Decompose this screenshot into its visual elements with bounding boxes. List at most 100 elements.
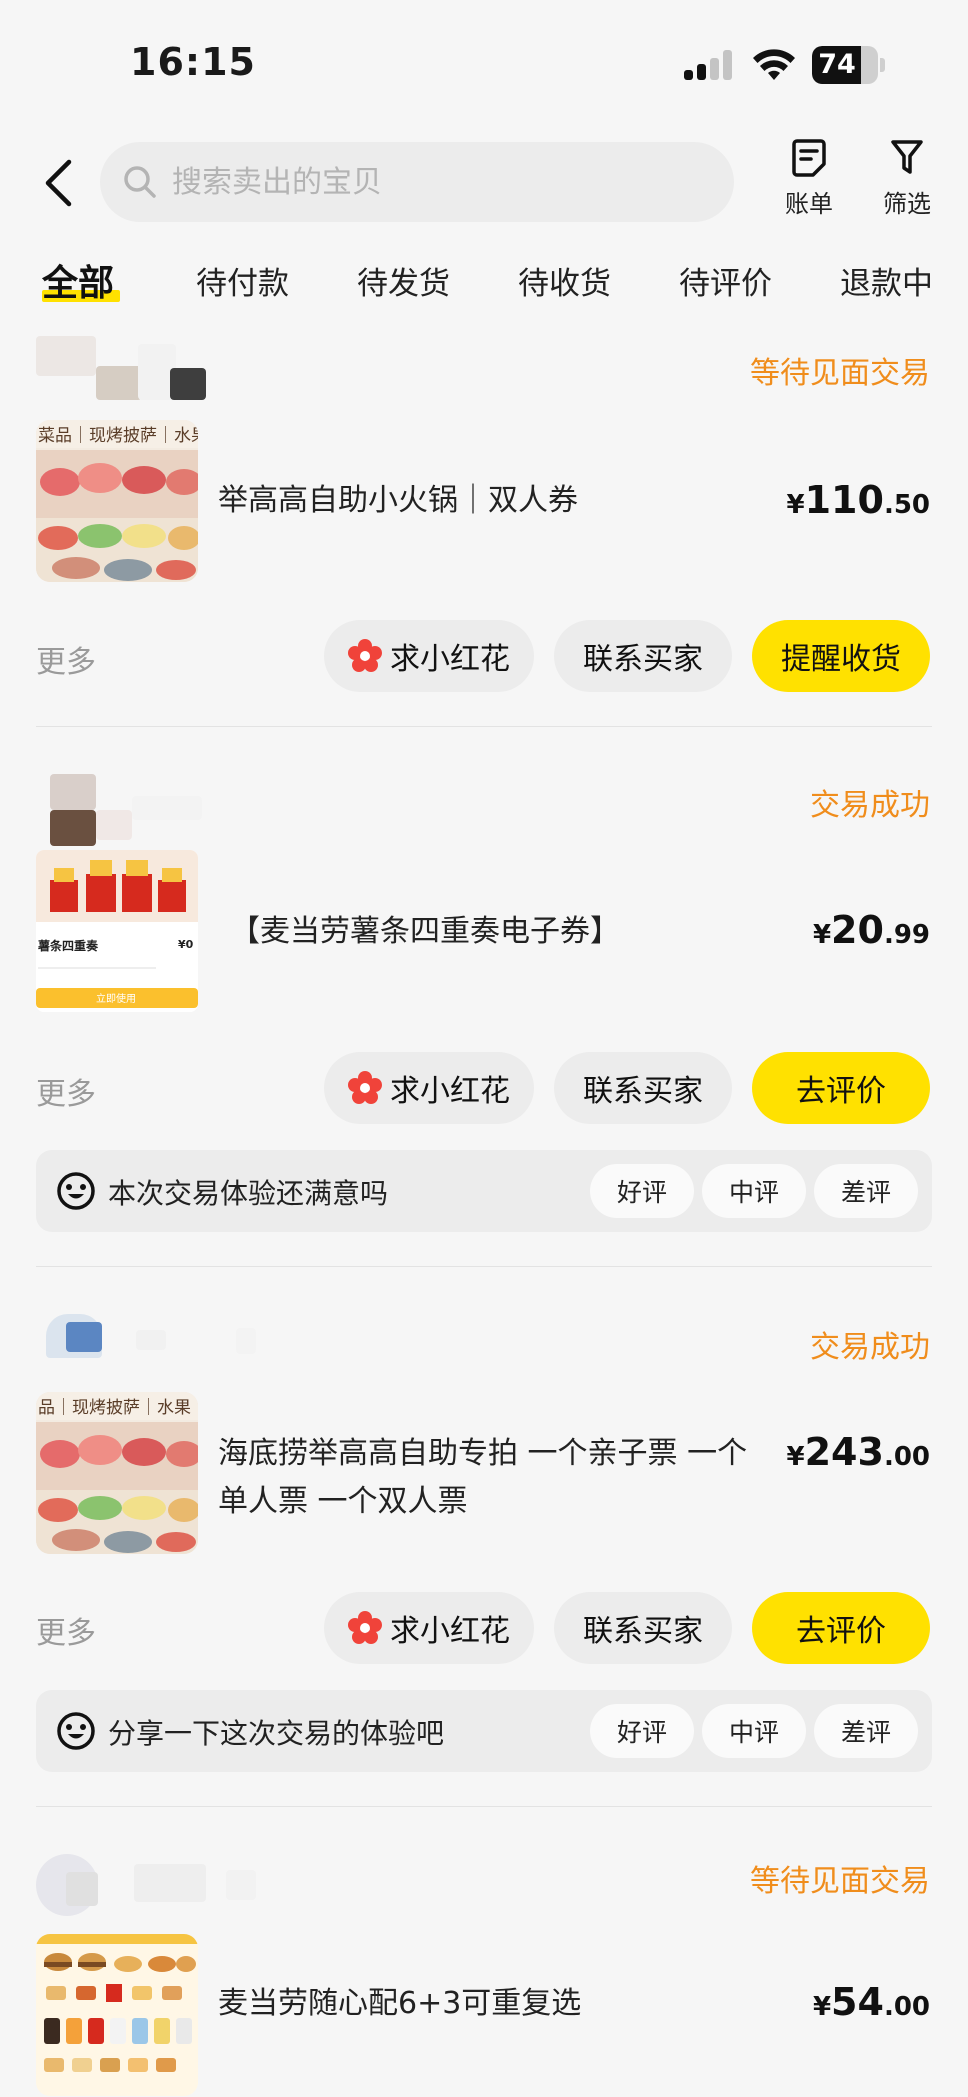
product-price: ¥20.99 [813,908,930,952]
seller-avatar-blurred[interactable] [36,774,256,846]
status-bar: 16:15 74 [0,0,968,130]
product-title-line-2: 单人票 一个双人票 [218,1484,468,1519]
search-bar[interactable] [100,142,734,222]
product-thumbnail[interactable]: 菜品｜现烤披萨｜水果 [36,420,198,582]
back-button[interactable] [36,150,80,216]
tab-pending-shipment[interactable]: 待发货 [357,258,450,303]
thumbnail-coupon-action: 立即使用 [96,992,136,1005]
thumbnail-coupon-name: 薯条四重奏 [37,938,99,953]
more-button[interactable]: 更多 [36,637,96,681]
product-price: ¥110.50 [787,478,930,522]
flower-icon [348,1071,382,1104]
review-good-button[interactable]: 好评 [590,1164,694,1218]
hotpot-buffet-image: 品｜现烤披萨｜水果 [36,1392,198,1554]
order-status: 交易成功 [810,1330,930,1365]
review-good-button[interactable]: 好评 [590,1704,694,1758]
product-thumbnail[interactable] [36,1934,198,2096]
product-title[interactable]: 海底捞举高高自助专拍 一个亲子票 一个 单人票 一个双人票 [218,1430,788,1526]
review-prompt-text: 分享一下这次交易的体验吧 [108,1717,445,1750]
bill-icon [792,139,826,177]
filter-button[interactable]: 筛选 [872,138,942,230]
price-integer: 110 [804,478,884,522]
contact-buyer-button[interactable]: 联系买家 [554,1592,732,1664]
price-decimal: .99 [883,920,930,950]
wifi-icon [753,49,795,80]
order-card: 交易成功 品｜现烤披萨｜水果 海底捞举高高自助专拍 一个亲子票 一个 单人票 一… [0,1276,968,1807]
price-integer: 243 [804,1430,884,1474]
tab-all[interactable]: 全部 [42,254,114,306]
review-neutral-button[interactable]: 中评 [702,1164,806,1218]
price-decimal: .00 [883,1442,930,1472]
price-integer: 54 [831,1980,884,2024]
order-status: 交易成功 [810,788,930,823]
request-flower-label: 求小红花 [390,642,510,677]
filter-icon [891,140,923,174]
write-review-button[interactable]: 去评价 [752,1052,930,1124]
remind-receipt-button[interactable]: 提醒收货 [752,620,930,692]
hotpot-buffet-image: 菜品｜现烤披萨｜水果 [36,420,198,582]
happy-face-icon [57,1712,95,1750]
happy-face-icon [57,1172,95,1210]
order-status-tabs: 全部 待付款 待发货 待收货 待评价 退款中 [0,248,968,312]
chevron-left-icon [45,159,72,207]
order-card: 等待见面交易 麦当劳随心配6+3可重复选 ¥54.00 [0,1814,968,2097]
thumbnail-banner-text: 菜品｜现烤披萨｜水果 [38,426,198,446]
bill-button[interactable]: 账单 [774,138,844,230]
price-currency: ¥ [786,490,805,520]
thumbnail-banner-text: 品｜现烤披萨｜水果 [38,1398,191,1418]
thumbnail-coupon-price: ¥0 [178,938,194,951]
request-flower-label: 求小红花 [390,1074,510,1109]
filter-label: 筛选 [883,190,931,218]
cellular-signal-icon [684,50,736,80]
review-bad-button[interactable]: 差评 [814,1164,918,1218]
search-icon [124,166,156,198]
product-price: ¥54.00 [813,1980,930,2024]
order-status: 等待见面交易 [750,1864,930,1899]
product-title[interactable]: 【麦当劳薯条四重奏电子券】 [230,908,790,956]
price-currency: ¥ [812,920,832,950]
review-neutral-button[interactable]: 中评 [702,1704,806,1758]
price-decimal: .50 [883,490,930,520]
seller-avatar-blurred[interactable] [36,1854,256,1922]
product-title[interactable]: 举高高自助小火锅｜双人券 [218,477,778,525]
flower-icon [348,1611,382,1644]
price-decimal: .00 [883,1992,930,2022]
product-thumbnail[interactable]: 品｜现烤披萨｜水果 [36,1392,198,1554]
burger-menu-image [36,1934,198,2096]
battery-cap [880,58,885,72]
product-title-line-1: 海底捞举高高自助专拍 一个亲子票 一个 [218,1436,748,1471]
tab-pending-receipt[interactable]: 待收货 [518,258,611,303]
status-time: 16:15 [130,40,256,84]
request-flower-label: 求小红花 [390,1614,510,1649]
seller-avatar-blurred[interactable] [36,332,256,400]
tab-refunding[interactable]: 退款中 [840,258,933,303]
search-input[interactable] [172,164,712,200]
product-title[interactable]: 麦当劳随心配6+3可重复选 [218,1980,778,2028]
order-status: 等待见面交易 [750,356,930,391]
more-button[interactable]: 更多 [36,1069,96,1113]
divider [36,726,932,727]
bill-label: 账单 [785,190,833,218]
seller-avatar-blurred[interactable] [36,1314,256,1382]
review-bad-button[interactable]: 差评 [814,1704,918,1758]
request-flower-button[interactable]: 求小红花 [324,620,534,692]
write-review-button[interactable]: 去评价 [752,1592,930,1664]
price-currency: ¥ [786,1442,805,1472]
battery-percent: 74 [818,49,856,80]
product-price: ¥243.00 [787,1430,930,1474]
order-card: 交易成功 薯条四重奏 ¥0 立即使用 【麦当劳薯条四重奏电子券】 ¥20.99 … [0,738,968,1268]
more-button[interactable]: 更多 [36,1608,96,1652]
price-currency: ¥ [812,1992,832,2022]
tab-pending-review[interactable]: 待评价 [679,258,772,303]
product-thumbnail[interactable]: 薯条四重奏 ¥0 立即使用 [36,850,198,1012]
request-flower-button[interactable]: 求小红花 [324,1052,534,1124]
tab-pending-payment[interactable]: 待付款 [196,258,289,303]
review-prompt-bar: 分享一下这次交易的体验吧 好评 中评 差评 [36,1690,932,1772]
price-integer: 20 [831,908,884,952]
contact-buyer-button[interactable]: 联系买家 [554,1052,732,1124]
divider [36,1806,932,1807]
request-flower-button[interactable]: 求小红花 [324,1592,534,1664]
flower-icon [348,639,382,672]
order-card: 等待见面交易 菜品｜现烤披萨｜水果 举高高自助小火锅｜双人券 ¥110.50 更… [0,330,968,730]
contact-buyer-button[interactable]: 联系买家 [554,620,732,692]
